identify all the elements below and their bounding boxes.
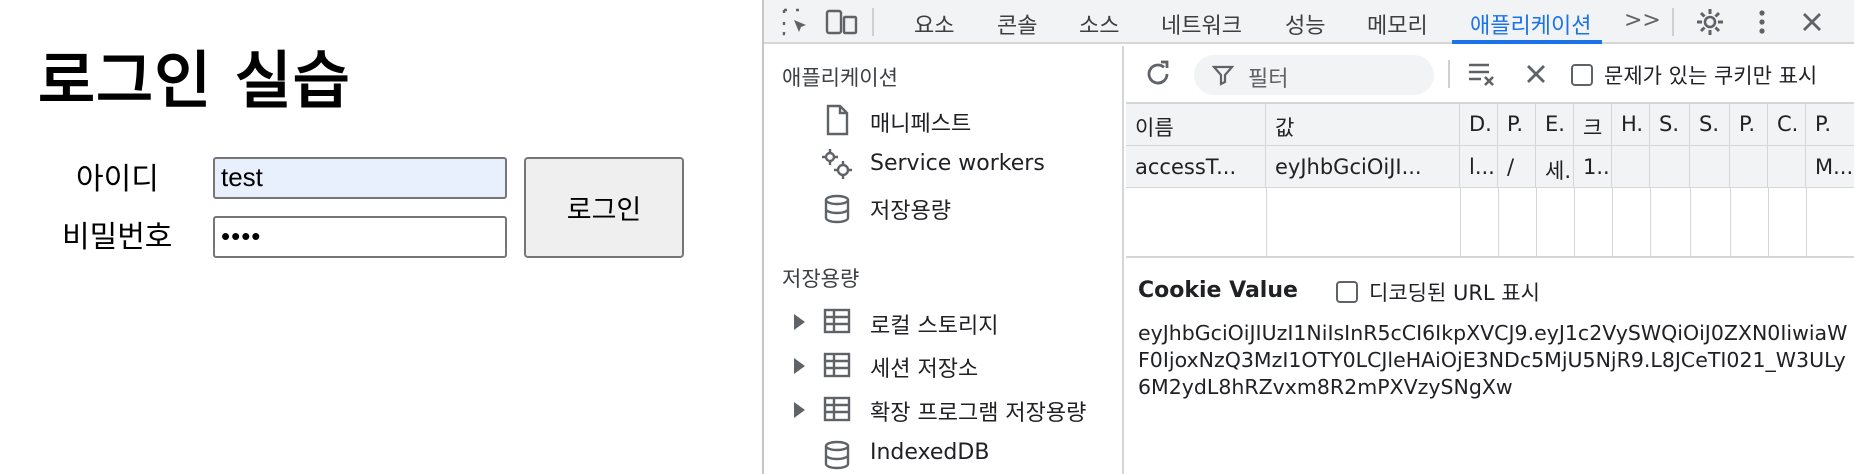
id-input[interactable]: test: [213, 157, 507, 199]
sidebar-item-local-storage[interactable]: 로컬 스토리지: [870, 308, 998, 340]
column-divider: [1460, 188, 1461, 258]
cookie-partition-cell: [1730, 146, 1768, 188]
only-issues-checkbox[interactable]: [1571, 64, 1593, 86]
tab-elements[interactable]: 요소: [914, 8, 954, 40]
sidebar-header-storage: 저장용량: [782, 267, 860, 291]
cookie-table: 이름 값 D. P. E. 크 H. S. S. P. C. P. access…: [1126, 104, 1854, 258]
column-divider: [1650, 188, 1651, 258]
tabbar-separator: [1672, 8, 1674, 36]
column-header-cross-site[interactable]: C.: [1768, 104, 1806, 146]
inspect-element-icon[interactable]: [780, 6, 812, 38]
tab-memory[interactable]: 메모리: [1367, 8, 1428, 40]
expand-arrow-icon[interactable]: [794, 358, 805, 374]
sidebar-item-extension-storage[interactable]: 확장 프로그램 저장용량: [870, 395, 1086, 427]
cookie-value-panel: Cookie Value 디코딩된 URL 표시 eyJhbGciOiJIUzI…: [1126, 258, 1854, 474]
cookie-httponly-cell: [1612, 146, 1650, 188]
cookie-path-cell: /: [1498, 146, 1536, 188]
sidebar-item-service-workers[interactable]: Service workers: [870, 151, 1045, 176]
settings-gear-icon[interactable]: [1694, 6, 1726, 38]
column-divider: [1574, 188, 1575, 258]
column-header-expires[interactable]: E.: [1536, 104, 1574, 146]
filter-input[interactable]: 필터: [1194, 55, 1434, 95]
column-header-partition-key[interactable]: P.: [1730, 104, 1768, 146]
column-header-name[interactable]: 이름: [1126, 104, 1266, 146]
column-header-size[interactable]: 크: [1574, 104, 1612, 146]
cookie-value-text[interactable]: eyJhbGciOiJIUzI1NiIsInR5cCI6IkpXVCJ9.eyJ…: [1138, 320, 1850, 401]
refresh-icon[interactable]: [1142, 58, 1174, 90]
column-divider: [1730, 188, 1731, 258]
web-page: 로그인 실습 아이디 비밀번호 test •••• 로그인: [0, 0, 762, 474]
file-icon: [822, 104, 852, 136]
sidebar-item-indexeddb[interactable]: IndexedDB: [870, 440, 989, 465]
only-issues-label: 문제가 있는 쿠키만 표시: [1604, 64, 1818, 88]
login-button[interactable]: 로그인: [524, 157, 684, 258]
tab-network[interactable]: 네트워크: [1161, 8, 1242, 40]
cookie-priority-cell: M...: [1815, 155, 1854, 179]
kebab-menu-icon[interactable]: [1746, 6, 1778, 38]
tab-sources[interactable]: 소스: [1079, 8, 1119, 40]
gears-icon: [820, 147, 852, 179]
column-divider: [1612, 188, 1613, 258]
cookie-name-cell: accessT...: [1126, 146, 1266, 188]
column-divider: [1536, 188, 1537, 258]
column-divider: [1498, 188, 1499, 258]
column-header-value[interactable]: 값: [1266, 104, 1460, 146]
column-header-domain[interactable]: D.: [1460, 104, 1498, 146]
close-icon[interactable]: [1796, 6, 1828, 38]
sidebar-item-session-storage[interactable]: 세션 저장소: [870, 351, 978, 383]
column-header-secure[interactable]: S.: [1650, 104, 1690, 146]
column-header-priority[interactable]: P.: [1806, 104, 1854, 146]
table-icon: [822, 306, 852, 336]
tabbar-separator: [872, 8, 874, 36]
clear-filtered-icon[interactable]: [1466, 58, 1498, 90]
column-header-path[interactable]: P.: [1498, 104, 1536, 146]
cookie-value-cell: eyJhbGciOiJI...: [1266, 146, 1460, 188]
password-label: 비밀번호: [62, 220, 173, 255]
more-tabs-button[interactable]: >>: [1624, 8, 1661, 33]
column-header-samesite[interactable]: S.: [1690, 104, 1730, 146]
tab-performance[interactable]: 성능: [1285, 8, 1325, 40]
device-toolbar-icon[interactable]: [824, 6, 858, 38]
show-decoded-url-checkbox[interactable]: [1336, 281, 1358, 303]
toolbar-separator: [1448, 60, 1450, 88]
column-divider: [1690, 188, 1691, 258]
active-tab-indicator: [1452, 40, 1602, 44]
column-divider: [1266, 188, 1267, 258]
expand-arrow-icon[interactable]: [794, 402, 805, 418]
database-icon: [822, 439, 852, 470]
table-icon: [822, 350, 852, 380]
show-decoded-url-label: 디코딩된 URL 표시: [1369, 281, 1540, 305]
expand-arrow-icon[interactable]: [794, 314, 805, 330]
table-row[interactable]: accessT... eyJhbGciOiJI... l... / 세... 1…: [1126, 146, 1854, 188]
cookie-cross-site-cell: [1768, 146, 1806, 188]
cookie-expires-cell: 세...: [1536, 146, 1574, 188]
cookie-domain-cell: l...: [1460, 146, 1498, 188]
password-input[interactable]: ••••: [213, 216, 507, 258]
cookies-toolbar: 필터 문제가 있는 쿠키만 표시: [1126, 46, 1854, 104]
cookie-secure-cell: [1650, 146, 1690, 188]
delete-selected-icon[interactable]: [1520, 58, 1552, 90]
devtools-tabbar: 요소 콘솔 소스 네트워크 성능 메모리 애플리케이션 >>: [764, 0, 1854, 44]
page-title: 로그인 실습: [38, 44, 351, 117]
column-divider: [1768, 188, 1769, 258]
database-icon: [822, 193, 852, 224]
application-sidebar: 애플리케이션 매니페스트 Service workers 저장용량 저장용량 로…: [764, 46, 1124, 474]
devtools-panel: 요소 콘솔 소스 네트워크 성능 메모리 애플리케이션 >> 애플리케이션 매니…: [762, 0, 1854, 474]
table-icon: [822, 394, 852, 424]
column-divider: [1806, 188, 1807, 258]
sidebar-item-storage[interactable]: 저장용량: [870, 193, 951, 225]
sidebar-item-manifest[interactable]: 매니페스트: [870, 106, 971, 138]
tab-console[interactable]: 콘솔: [997, 8, 1037, 40]
cookie-value-title: Cookie Value: [1138, 278, 1298, 303]
cookie-size-cell: 1...: [1574, 146, 1612, 188]
filter-placeholder: 필터: [1248, 67, 1289, 92]
tab-application[interactable]: 애플리케이션: [1470, 8, 1591, 40]
filter-icon: [1211, 64, 1235, 90]
cookies-panel: 필터 문제가 있는 쿠키만 표시 이름 값 D. P. E. 크 H. S. S…: [1126, 46, 1854, 474]
cookie-samesite-cell: [1690, 146, 1730, 188]
column-header-httponly[interactable]: H.: [1612, 104, 1650, 146]
sidebar-header-application: 애플리케이션: [782, 66, 898, 90]
id-label: 아이디: [76, 162, 159, 197]
